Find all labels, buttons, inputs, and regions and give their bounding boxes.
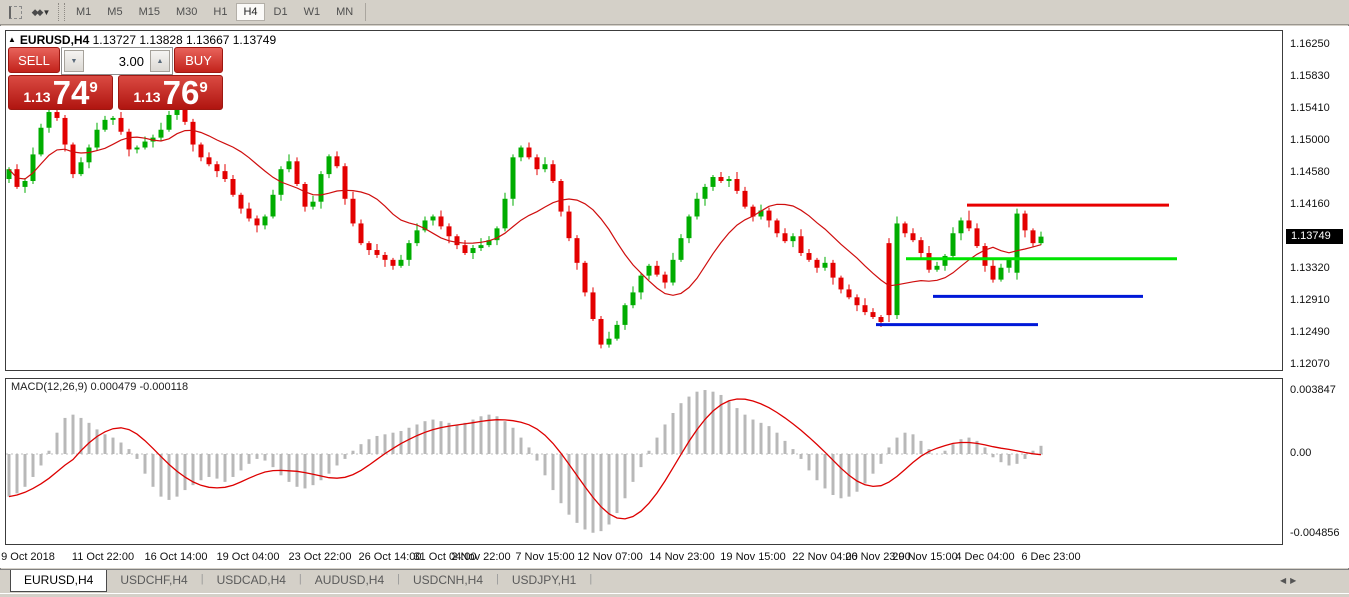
- macd-tick-label: 0.003847: [1290, 384, 1346, 396]
- buy-button[interactable]: BUY: [174, 47, 223, 73]
- macd-signal-value: -0.000118: [139, 381, 188, 393]
- timeframe-button-mn[interactable]: MN: [329, 3, 360, 21]
- diamond-glyphs: ◆◆: [32, 7, 42, 18]
- chart-shift-icon[interactable]: [4, 3, 26, 22]
- expand-triangle-icon[interactable]: ▲: [8, 35, 16, 44]
- chart-client-area: ▲ EURUSD,H4 1.13727 1.13828 1.13667 1.137…: [0, 26, 1349, 568]
- timeframe-button-m5[interactable]: M5: [100, 3, 129, 21]
- macd-name: MACD(12,26,9): [11, 381, 87, 393]
- volume-stepper: ▼ 3.00 ▲: [61, 47, 173, 75]
- time-tick-label: 2 Nov 22:00: [451, 551, 510, 563]
- tab-usdcad-h4[interactable]: USDCAD,H4: [204, 570, 299, 591]
- current-price-tag: 1.13749: [1286, 229, 1343, 244]
- time-tick-label: 7 Nov 15:00: [515, 551, 574, 563]
- bid-price-pips: 74: [53, 78, 90, 108]
- time-tick-label: 6 Dec 23:00: [1021, 551, 1080, 563]
- timeframe-button-h1[interactable]: H1: [206, 3, 234, 21]
- chart-tab-bar: EURUSD,H4USDCHF,H4|USDCAD,H4|AUDUSD,H4|U…: [0, 569, 1349, 593]
- one-click-trading-panel: SELL ▼ 3.00 ▲ BUY 1.13 74 9 1.13 76 9: [8, 47, 223, 110]
- chevron-down-icon: ▼: [42, 8, 50, 17]
- time-tick-label: 19 Nov 15:00: [720, 551, 785, 563]
- ask-price-pips: 76: [163, 78, 200, 108]
- time-tick-label: 9 Oct 2018: [1, 551, 55, 563]
- timeframe-button-d1[interactable]: D1: [267, 3, 295, 21]
- bid-price-prefix: 1.13: [23, 89, 50, 105]
- time-tick-label: 29 Nov 15:00: [892, 551, 957, 563]
- tab-usdchf-h4[interactable]: USDCHF,H4: [107, 570, 200, 591]
- timeframe-button-w1[interactable]: W1: [297, 3, 328, 21]
- price-tick-label: 1.15830: [1290, 70, 1346, 82]
- time-tick-label: 19 Oct 04:00: [217, 551, 280, 563]
- timeframe-button-m30[interactable]: M30: [169, 3, 204, 21]
- price-tick-label: 1.15000: [1290, 134, 1346, 146]
- macd-tick-label: -0.004856: [1290, 527, 1346, 539]
- toolbar-grip[interactable]: [58, 3, 65, 21]
- ask-price-box[interactable]: 1.13 76 9: [118, 75, 223, 110]
- time-tick-label: 11 Oct 22:00: [72, 551, 134, 563]
- price-tick-label: 1.15410: [1290, 102, 1346, 114]
- tab-usdjpy-h1[interactable]: USDJPY,H1: [499, 570, 589, 591]
- tab-scroll-left-icon[interactable]: ◀: [1280, 576, 1290, 585]
- time-tick-label: 23 Oct 22:00: [289, 551, 352, 563]
- time-tick-label: 14 Nov 23:00: [649, 551, 714, 563]
- macd-plot[interactable]: [5, 378, 1283, 545]
- objects-icon[interactable]: ◆◆ ▼: [30, 3, 52, 22]
- timeframe-button-m15[interactable]: M15: [132, 3, 167, 21]
- price-tick-label: 1.14160: [1290, 198, 1346, 210]
- price-tick-label: 1.12910: [1290, 294, 1346, 306]
- time-tick-label: 16 Oct 14:00: [145, 551, 208, 563]
- sell-button[interactable]: SELL: [8, 47, 60, 73]
- tab-scroll-arrows[interactable]: ◀▶: [1280, 576, 1300, 585]
- status-strip: [0, 593, 1349, 597]
- macd-value: 0.000479: [90, 381, 136, 393]
- ask-price-prefix: 1.13: [133, 89, 160, 105]
- bid-price-point: 9: [89, 79, 97, 96]
- time-tick-label: 12 Nov 07:00: [577, 551, 642, 563]
- price-tick-label: 1.13320: [1290, 262, 1346, 274]
- timeframe-button-h4[interactable]: H4: [236, 3, 264, 21]
- ask-price-point: 9: [199, 79, 207, 96]
- chart-symbol: EURUSD,H4: [20, 33, 89, 47]
- price-tick-label: 1.12490: [1290, 326, 1346, 338]
- price-tick-label: 1.14580: [1290, 166, 1346, 178]
- price-tick-label: 1.16250: [1290, 38, 1346, 50]
- macd-tick-label: 0.00: [1290, 447, 1346, 459]
- tab-audusd-h4[interactable]: AUDUSD,H4: [302, 570, 397, 591]
- time-tick-label: 4 Dec 04:00: [955, 551, 1014, 563]
- bid-price-box[interactable]: 1.13 74 9: [8, 75, 113, 110]
- volume-increase-button[interactable]: ▲: [150, 50, 170, 72]
- timeframe-button-m1[interactable]: M1: [69, 3, 98, 21]
- tab-scroll-right-icon[interactable]: ▶: [1290, 576, 1300, 585]
- tab-usdcnh-h4[interactable]: USDCNH,H4: [400, 570, 496, 591]
- macd-chart: [6, 379, 1282, 544]
- chart-title: ▲ EURUSD,H4 1.13727 1.13828 1.13667 1.137…: [8, 33, 276, 47]
- macd-indicator-label: MACD(12,26,9) 0.000479 -0.000118: [11, 381, 188, 393]
- time-tick-label: 26 Oct 14:00: [359, 551, 422, 563]
- timeframe-buttons: M1M5M15M30H1H4D1W1MN: [68, 3, 361, 21]
- price-tick-label: 1.12070: [1290, 358, 1346, 370]
- volume-input[interactable]: 3.00: [84, 50, 150, 72]
- volume-decrease-button[interactable]: ▼: [64, 50, 84, 72]
- tab-separator: |: [589, 570, 592, 585]
- toolbar-separator: [365, 3, 366, 21]
- tab-eurusd-h4[interactable]: EURUSD,H4: [10, 570, 107, 592]
- chart-ohlc-values: 1.13727 1.13828 1.13667 1.13749: [93, 33, 277, 47]
- toolbar: ◆◆ ▼ M1M5M15M30H1H4D1W1MN: [0, 0, 1349, 25]
